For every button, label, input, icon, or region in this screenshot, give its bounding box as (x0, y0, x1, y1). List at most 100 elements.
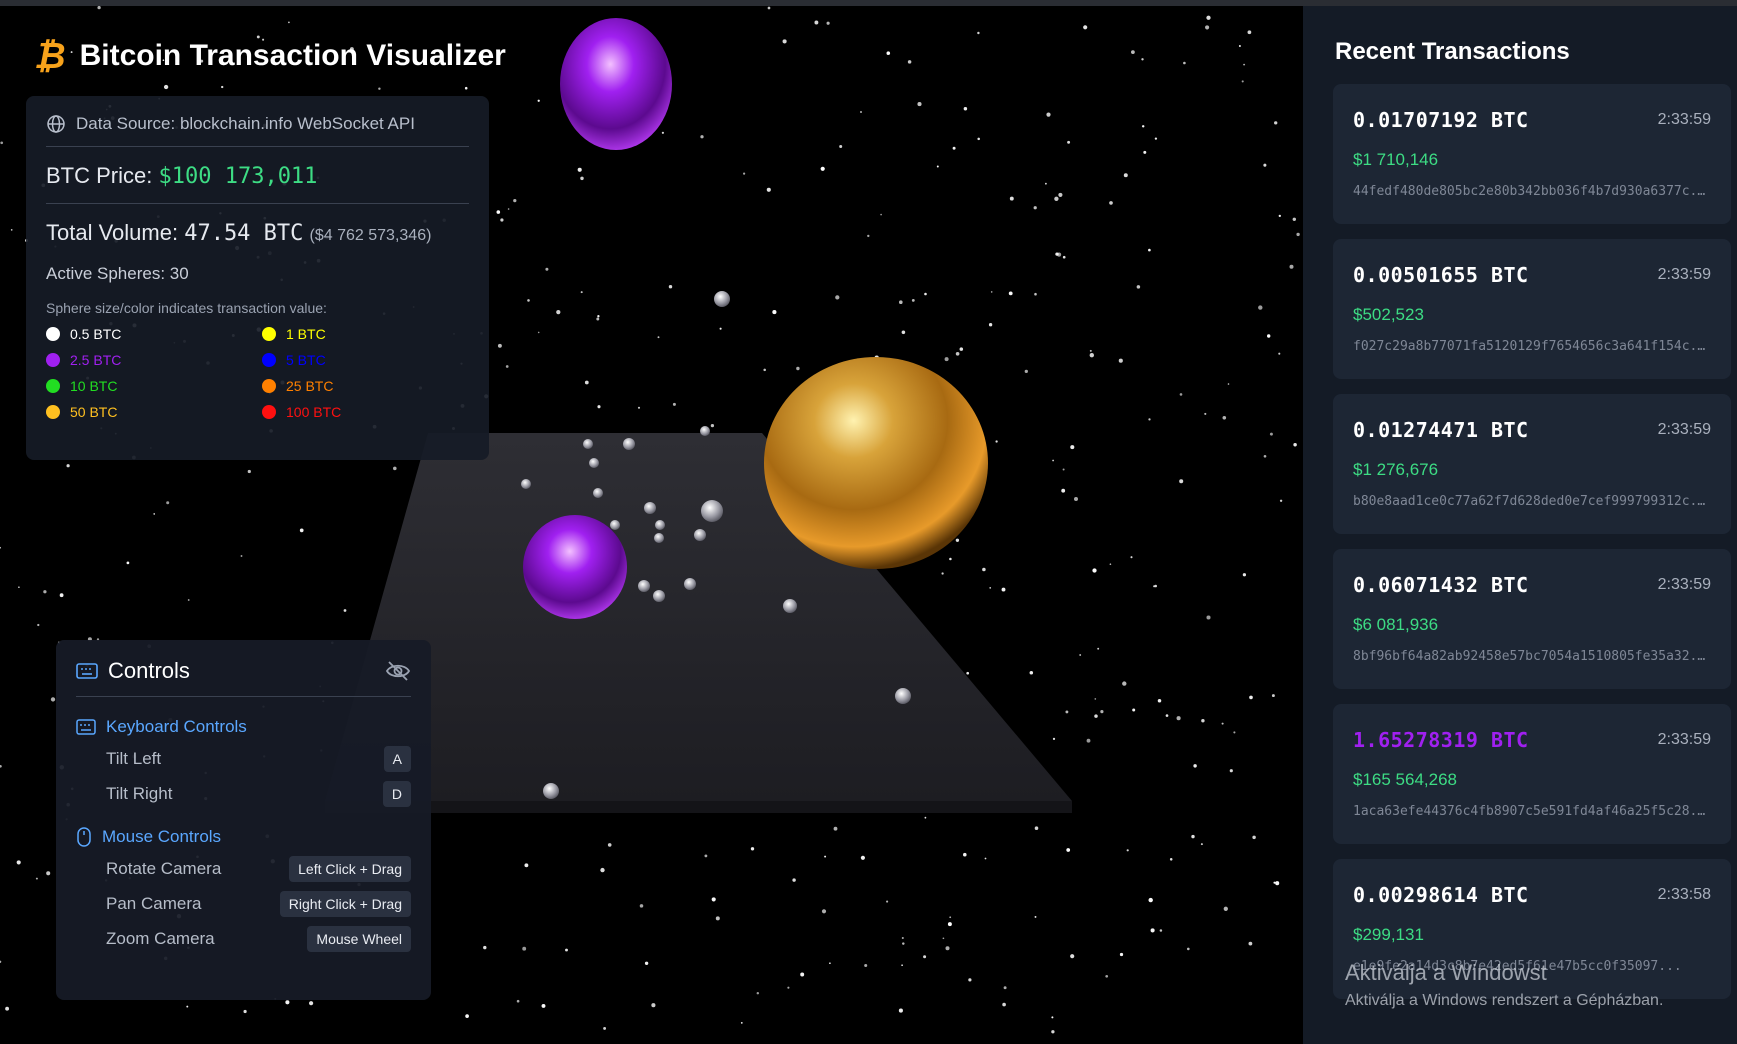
legend-label: 0.5 BTC (70, 326, 122, 342)
star (1033, 206, 1037, 210)
data-source-row: Data Source: blockchain.info WebSocket A… (46, 114, 469, 147)
star (1258, 305, 1263, 310)
star (936, 165, 939, 168)
transaction-card[interactable]: 1.65278319 BTC 2:33:59 $165 564,268 1aca63e… (1333, 704, 1731, 844)
star (1150, 928, 1155, 933)
star (97, 6, 101, 10)
transaction-amount: 0.01707192 BTC (1353, 108, 1529, 132)
legend-color-dot (262, 405, 276, 419)
star (584, 380, 589, 385)
star (516, 999, 520, 1003)
star (0, 141, 4, 145)
star (1070, 445, 1075, 450)
star (497, 343, 502, 348)
legend-color-dot (46, 379, 60, 393)
star (603, 1026, 607, 1030)
star (187, 599, 190, 601)
eye-off-icon[interactable] (385, 660, 411, 682)
transaction-card[interactable]: 0.01707192 BTC 2:33:59 $1 710,146 44fedf480… (1333, 84, 1731, 224)
star (715, 916, 720, 921)
star (537, 99, 540, 102)
recent-transactions-sidebar[interactable]: Recent Transactions 0.01707192 BTC 2:33:5… (1303, 6, 1737, 1044)
transaction-card[interactable]: 0.06071432 BTC 2:33:59 $6 081,936 8bf96bf64… (1333, 549, 1731, 689)
star (1123, 173, 1128, 178)
star (240, 555, 243, 557)
transaction-header: 0.00298614 BTC 2:33:58 (1353, 883, 1711, 907)
star (955, 538, 960, 542)
star (524, 863, 529, 868)
star (672, 402, 676, 406)
star (1274, 121, 1278, 125)
transaction-hash: f027c29a8b77071fa5120129f7654656c3a641f1… (1353, 339, 1709, 354)
control-action-label: Tilt Left (106, 748, 162, 768)
control-action-label: Pan Camera (106, 893, 202, 913)
control-action-label: Zoom Camera (106, 928, 215, 948)
star (1165, 714, 1169, 717)
star (814, 20, 819, 25)
star (1267, 334, 1271, 338)
star (166, 501, 170, 505)
star (1067, 140, 1071, 144)
star (968, 978, 972, 982)
star (1126, 849, 1129, 852)
star (917, 102, 922, 107)
total-volume-usd: ($4 762 573,346) (309, 227, 432, 244)
legend-item: 100 BTC (262, 404, 478, 420)
star (1191, 834, 1195, 839)
transaction-header: 0.01274471 BTC 2:33:59 (1353, 418, 1711, 442)
transaction-time: 2:33:59 (1657, 576, 1711, 593)
star (1092, 568, 1097, 573)
star (1001, 587, 1006, 592)
small-silver-sphere (583, 439, 593, 449)
gold-sphere (764, 357, 988, 569)
star (711, 897, 716, 902)
transaction-amount: 0.00501655 BTC (1353, 263, 1529, 287)
star (651, 1003, 656, 1008)
transaction-card[interactable]: 0.01274471 BTC 2:33:59 $1 276,676 b80e8aad1… (1333, 394, 1731, 534)
star (580, 176, 584, 181)
star (898, 1008, 903, 1013)
star (1079, 654, 1082, 656)
star (597, 315, 600, 318)
star (243, 1009, 247, 1014)
small-silver-sphere (623, 438, 635, 450)
star (1183, 61, 1186, 65)
transaction-hash: 44fedf480de805bc2e80b342bb036f4b7d930a63… (1353, 184, 1709, 199)
value-legend: 0.5 BTC 1 BTC 2.5 BTC 5 BTC 10 BTC 25 BTC 50 B… (46, 326, 469, 420)
star (859, 110, 863, 114)
transaction-hash: 8bf96bf64a82ab92458e57bc7054a1510805fe35… (1353, 649, 1709, 664)
star (977, 31, 980, 35)
star (668, 284, 673, 289)
star (1278, 352, 1281, 355)
star (1279, 499, 1283, 502)
star (580, 291, 583, 294)
star (1094, 714, 1098, 718)
star (1058, 192, 1063, 197)
small-silver-sphere (684, 578, 696, 590)
star (1074, 497, 1078, 501)
total-volume-label: Total Volume: (46, 220, 179, 245)
control-row: Rotate Camera Left Click + Drag (76, 855, 411, 882)
transaction-list: 0.01707192 BTC 2:33:59 $1 710,146 44fedf480… (1333, 84, 1731, 999)
transaction-usd-value: $1 710,146 (1353, 150, 1439, 169)
star (982, 567, 986, 572)
star (661, 131, 664, 134)
star (1130, 556, 1133, 559)
transaction-amount: 1.65278319 BTC (1353, 728, 1529, 752)
star (1051, 1030, 1055, 1034)
legend-label: 10 BTC (70, 378, 118, 394)
legend-label: 2.5 BTC (70, 352, 122, 368)
transaction-card[interactable]: 0.00501655 BTC 2:33:59 $502,523 f027c29a8b7… (1333, 239, 1731, 379)
transaction-usd-value: $6 081,936 (1353, 615, 1439, 634)
total-volume-value: 47.54 BTC (184, 221, 304, 246)
star (1233, 731, 1236, 734)
star (963, 106, 968, 111)
star (901, 330, 906, 335)
star (1132, 708, 1136, 712)
star (1136, 285, 1141, 289)
star (800, 972, 805, 977)
transaction-card[interactable]: 0.00298614 BTC 2:33:58 $299,131 e1e9fe2a14d… (1333, 859, 1731, 999)
star (1159, 929, 1163, 932)
star (710, 423, 715, 428)
star (1148, 897, 1153, 903)
